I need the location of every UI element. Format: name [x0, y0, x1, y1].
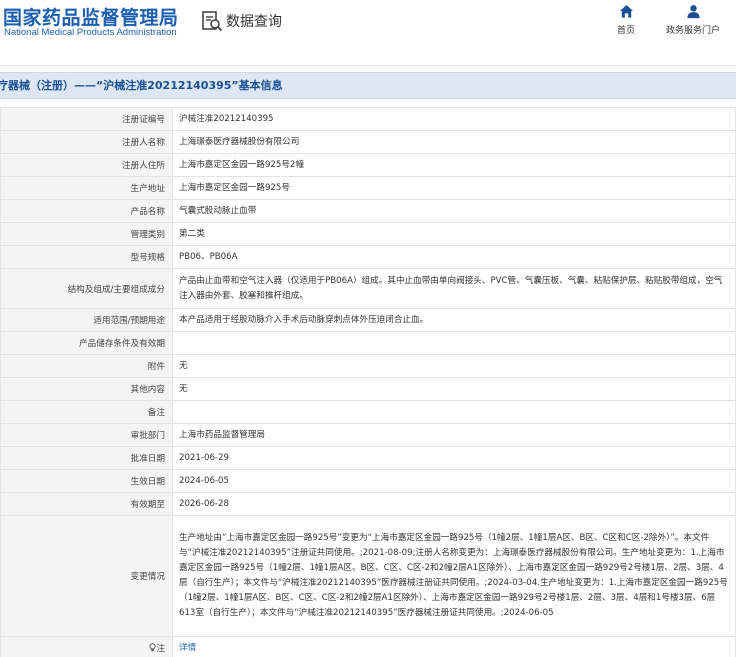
- table-row: 附件无: [0, 354, 736, 378]
- data-query-label: 数据查询: [226, 14, 282, 30]
- field-value: 第二类: [172, 222, 736, 246]
- table-row: 备注: [0, 400, 736, 424]
- table-row: 注册人名称 上海璟泰医疗器械股份有限公司: [0, 130, 736, 154]
- home-icon: [619, 4, 633, 18]
- field-value: 本产品适用于经股动脉介入手术后动脉穿刺点体外压迫闭合止血。: [172, 308, 736, 332]
- field-label: 注册人住所: [0, 153, 173, 177]
- field-value: 上海市嘉定区金园一路925号: [172, 176, 736, 200]
- field-label: 其他内容: [0, 377, 173, 401]
- table-row: 其他内容无: [0, 377, 736, 401]
- field-label: 型号规格: [0, 245, 173, 269]
- data-query-link[interactable]: 数据查询: [201, 10, 282, 32]
- field-label: 产品储存条件及有效期: [0, 331, 173, 355]
- table-row: 生产地址 上海市嘉定区金园一路925号: [0, 176, 736, 200]
- field-label: 注册人名称: [0, 130, 173, 154]
- note-label: 注: [156, 644, 165, 654]
- table-row: 生效日期 2024-06-05: [0, 469, 736, 493]
- field-value: 上海璟泰医疗器械股份有限公司: [172, 130, 736, 154]
- search-document-icon: [202, 11, 223, 32]
- field-label: 批准日期: [0, 446, 173, 470]
- field-label: 注册证编号: [0, 107, 173, 131]
- record-title: 疗器械（注册）——“沪械注准20212140395”基本信息: [0, 79, 283, 92]
- field-value: 上海市嘉定区金园一路925号2幢: [172, 153, 736, 177]
- field-value: 无: [172, 354, 736, 378]
- site-header: 国家药品监督管理局 National Medical Products Admi…: [0, 0, 736, 66]
- field-label: 变更情况: [0, 515, 173, 637]
- field-label: 注: [0, 636, 173, 657]
- logo-subtitle: National Medical Products Administration: [4, 27, 177, 38]
- field-value: 2026-06-28: [172, 492, 736, 516]
- table-row: 变更情况 生产地址由“上海市嘉定区金园一路925号”变更为“上海市嘉定区金园一路9…: [0, 515, 736, 637]
- user-icon: [686, 5, 700, 19]
- field-label: 备注: [0, 400, 173, 424]
- field-value: [172, 331, 736, 355]
- field-label: 适用范围/预期用途: [0, 308, 173, 332]
- table-row: 注册人住所 上海市嘉定区金园一路925号2幢: [0, 153, 736, 177]
- field-label: 有效期至: [0, 492, 173, 516]
- nav-service-portal-label: 政务服务门户: [666, 26, 721, 36]
- table-row: 注 详情: [0, 636, 736, 657]
- field-value: 产品由止血带和空气注入器（仅适用于PB06A）组成。其中止血带由单向阀接头、PV…: [172, 268, 736, 309]
- field-value: 2021-06-29: [172, 446, 736, 470]
- field-label: 产品名称: [0, 199, 173, 223]
- field-label: 附件: [0, 354, 173, 378]
- table-row: 产品名称 气囊式股动脉止血带: [0, 199, 736, 223]
- details-link[interactable]: 详情: [179, 643, 196, 653]
- logo-title[interactable]: 国家药品监督管理局: [3, 3, 179, 30]
- table-row: 产品储存条件及有效期: [0, 331, 736, 355]
- nav-home[interactable]: 首页: [617, 4, 635, 36]
- field-label: 生产地址: [0, 176, 173, 200]
- table-row: 适用范围/预期用途 本产品适用于经股动脉介入手术后动脉穿刺点体外压迫闭合止血。: [0, 308, 736, 332]
- field-value: 上海市药品监督管理局: [172, 423, 736, 447]
- field-label: 审批部门: [0, 423, 173, 447]
- nav-home-label: 首页: [617, 26, 636, 36]
- field-value: 无: [172, 377, 736, 401]
- table-row: 注册证编号 沪械注准20212140395: [0, 107, 736, 131]
- field-label: 管理类别: [0, 222, 173, 246]
- field-value: PB06、PB06A: [172, 245, 736, 269]
- table-row: 管理类别 第二类: [0, 222, 736, 246]
- nav-service-portal[interactable]: 政务服务门户: [666, 4, 720, 36]
- table-row: 有效期至 2026-06-28: [0, 492, 736, 516]
- field-value: [172, 400, 736, 424]
- field-value: 详情: [172, 636, 736, 657]
- field-value: 气囊式股动脉止血带: [172, 199, 736, 223]
- table-row: 审批部门 上海市药品监督管理局: [0, 423, 736, 447]
- field-value: 生产地址由“上海市嘉定区金园一路925号”变更为“上海市嘉定区金园一路925号（…: [172, 515, 736, 637]
- field-value: 2024-06-05: [172, 469, 736, 493]
- record-detail-table: 注册证编号 沪械注准20212140395 注册人名称 上海璟泰医疗器械股份有限公司注…: [0, 107, 736, 657]
- table-row: 型号规格 PB06、PB06A: [0, 245, 736, 269]
- record-title-bar: 疗器械（注册）——“沪械注准20212140395”基本信息: [0, 72, 736, 99]
- field-label: 结构及组成/主要组成成分: [0, 268, 173, 309]
- field-label: 生效日期: [0, 469, 173, 493]
- field-value: 沪械注准20212140395: [172, 107, 736, 131]
- table-row: 批准日期 2021-06-29: [0, 446, 736, 470]
- table-row: 结构及组成/主要组成成分 产品由止血带和空气注入器（仅适用于PB06A）组成。其中…: [0, 268, 736, 309]
